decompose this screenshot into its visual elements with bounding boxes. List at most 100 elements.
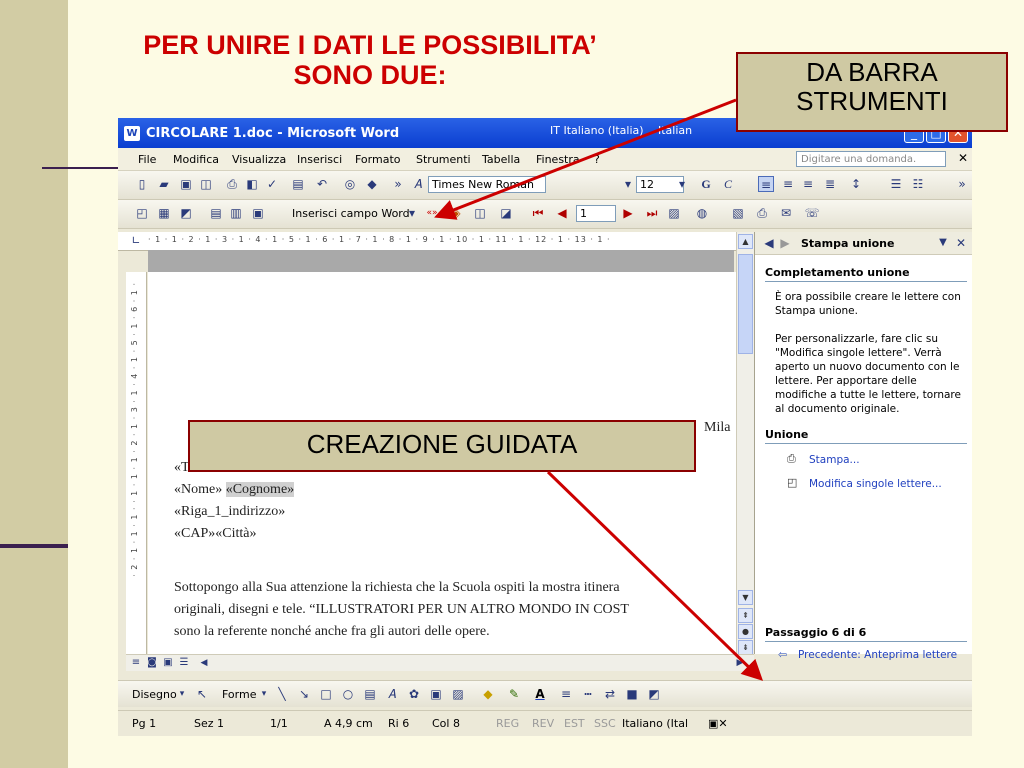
insert-merge-fields-icon[interactable]: ▣ [250, 205, 266, 221]
fill-color-icon[interactable]: ◆ [480, 686, 496, 702]
browse-object-icon[interactable]: ● [738, 624, 753, 639]
first-record-icon[interactable]: ⏮ [530, 205, 546, 221]
horizontal-ruler[interactable]: ∟ · 1 · 1 · 2 · 1 · 3 · 1 · 4 · 1 · 5 · … [118, 232, 754, 251]
scroll-left-icon[interactable]: ◀ [196, 655, 212, 671]
previous-record-icon[interactable]: ◀ [554, 205, 570, 221]
oval-icon[interactable]: ○ [340, 686, 356, 702]
vertical-scrollbar[interactable]: ▲ ▼ ⇞ ● ⇟ [736, 232, 755, 655]
print-layout-icon[interactable]: ▣ [160, 655, 176, 671]
clipart-icon[interactable]: ▣ [428, 686, 444, 702]
web-view-icon[interactable]: ◙ [144, 655, 160, 671]
toolbar-options-icon[interactable]: » [954, 176, 970, 192]
merge-to-fax-icon[interactable]: ☏ [804, 205, 820, 221]
view-merged-data-icon[interactable]: «» [424, 205, 440, 221]
tables-borders-icon[interactable]: ◆ [364, 176, 380, 192]
propagate-labels-icon[interactable]: ◪ [498, 205, 514, 221]
menu-visualizza[interactable]: Visualizza [232, 153, 286, 166]
language-indicator-short[interactable]: Italian [658, 124, 692, 137]
align-right-icon[interactable]: ≡ [800, 176, 816, 192]
undo-icon[interactable]: ↶ [314, 176, 330, 192]
arrow-icon[interactable]: ↘ [296, 686, 312, 702]
print-merge-icon[interactable]: ⎙ [787, 452, 796, 466]
menu-formato[interactable]: Formato [355, 153, 401, 166]
font-color-icon[interactable]: A [532, 686, 548, 702]
task-pane-back-icon[interactable]: ◀ [761, 235, 777, 251]
3d-style-icon[interactable]: ◩ [646, 686, 662, 702]
normal-view-icon[interactable]: ≡ [128, 655, 144, 671]
font-name-combo[interactable]: Times New Roman [428, 176, 546, 193]
align-center-icon[interactable]: ≡ [780, 176, 796, 192]
italic-button[interactable]: C [720, 176, 736, 192]
status-ext[interactable]: EST [564, 717, 585, 730]
previous-step-icon[interactable]: ⇦ [778, 648, 787, 661]
menu-modifica[interactable]: Modifica [173, 153, 219, 166]
diagram-icon[interactable]: ✿ [406, 686, 422, 702]
draw-menu-button[interactable]: Disegno [132, 688, 177, 701]
insert-address-block-icon[interactable]: ▤ [208, 205, 224, 221]
edit-letters-icon[interactable]: ◰ [787, 476, 797, 489]
recipients-icon[interactable]: ◩ [178, 205, 194, 221]
match-fields-icon[interactable]: ◫ [472, 205, 488, 221]
picture-icon[interactable]: ▨ [450, 686, 466, 702]
status-rev[interactable]: REV [532, 717, 554, 730]
save-icon[interactable]: ▣ [178, 176, 194, 192]
merge-to-printer-icon[interactable]: ⎙ [754, 205, 770, 221]
numbering-icon[interactable]: ☰ [888, 176, 904, 192]
align-left-icon[interactable]: ≡ [758, 176, 774, 192]
font-name-dropdown-icon[interactable]: ▾ [620, 176, 636, 192]
line-color-icon[interactable]: ✎ [506, 686, 522, 702]
print-icon[interactable]: ⎙ [224, 176, 240, 192]
task-pane-forward-icon[interactable]: ▶ [777, 235, 793, 251]
scroll-down-icon[interactable]: ▼ [738, 590, 753, 605]
insert-word-field-button[interactable]: Inserisci campo Word [292, 207, 410, 220]
wordart-icon[interactable]: 𝐴 [384, 686, 400, 702]
autoshapes-dropdown-icon[interactable]: ▾ [256, 686, 272, 702]
vertical-ruler[interactable]: · 2 · 1 · 1 · 1 · · 1 · 1 · 1 · 2 · 1 · … [126, 272, 147, 654]
menu-strumenti[interactable]: Strumenti [416, 153, 471, 166]
paste-icon[interactable]: ▤ [290, 176, 306, 192]
merge-to-email-icon[interactable]: ✉ [778, 205, 794, 221]
textbox-icon[interactable]: ▤ [362, 686, 378, 702]
permission-icon[interactable]: ◫ [198, 176, 214, 192]
task-pane-menu-icon[interactable]: ▼ [935, 235, 951, 251]
main-document-setup-icon[interactable]: ◰ [134, 205, 150, 221]
prev-page-icon[interactable]: ⇞ [738, 608, 753, 623]
menu-inserisci[interactable]: Inserisci [297, 153, 342, 166]
next-record-icon[interactable]: ▶ [620, 205, 636, 221]
dash-style-icon[interactable]: ┅ [580, 686, 596, 702]
merge-to-new-document-icon[interactable]: ▧ [730, 205, 746, 221]
link-print[interactable]: Stampa... [809, 454, 860, 466]
scroll-thumb[interactable] [738, 254, 753, 354]
spelling-icon[interactable]: ✓ [264, 176, 280, 192]
rectangle-icon[interactable]: □ [318, 686, 334, 702]
new-document-icon[interactable]: ▯ [134, 176, 150, 192]
status-ovr[interactable]: SSC [594, 717, 616, 730]
styles-icon[interactable]: 𝐴 [410, 176, 426, 192]
link-edit-letters[interactable]: Modifica singole lettere... [809, 478, 942, 490]
language-indicator[interactable]: IT Italiano (Italia) [550, 124, 644, 137]
check-errors-icon[interactable]: ◍ [694, 205, 710, 221]
draw-dropdown-icon[interactable]: ▾ [174, 686, 190, 702]
task-pane-close-icon[interactable]: ✕ [953, 235, 969, 251]
horizontal-scrollbar[interactable]: ≡ ◙ ▣ ☰ ◀ ▶ [126, 654, 754, 671]
open-data-source-icon[interactable]: ▦ [156, 205, 172, 221]
scroll-up-icon[interactable]: ▲ [738, 234, 753, 249]
select-objects-icon[interactable]: ↖ [194, 686, 210, 702]
print-preview-icon[interactable]: ◧ [244, 176, 260, 192]
next-page-icon[interactable]: ⇟ [738, 640, 753, 655]
line-icon[interactable]: ╲ [274, 686, 290, 702]
insert-greeting-line-icon[interactable]: ▥ [228, 205, 244, 221]
status-rec[interactable]: REG [496, 717, 519, 730]
close-document-icon[interactable]: ✕ [958, 151, 968, 165]
hyperlink-icon[interactable]: ◎ [342, 176, 358, 192]
record-number-field[interactable]: 1 [576, 205, 616, 222]
help-question-box[interactable]: Digitare una domanda. [796, 151, 946, 167]
line-style-icon[interactable]: ≡ [558, 686, 574, 702]
spelling-status-icon[interactable]: ▣✕ [708, 717, 728, 730]
menu-tabella[interactable]: Tabella [482, 153, 520, 166]
find-entry-icon[interactable]: ▨ [666, 205, 682, 221]
insert-word-field-dropdown-icon[interactable]: ▾ [404, 205, 420, 221]
open-folder-icon[interactable]: ▰ [156, 176, 172, 192]
highlight-merge-fields-icon[interactable]: ◈ [448, 205, 464, 221]
arrow-style-icon[interactable]: ⇄ [602, 686, 618, 702]
